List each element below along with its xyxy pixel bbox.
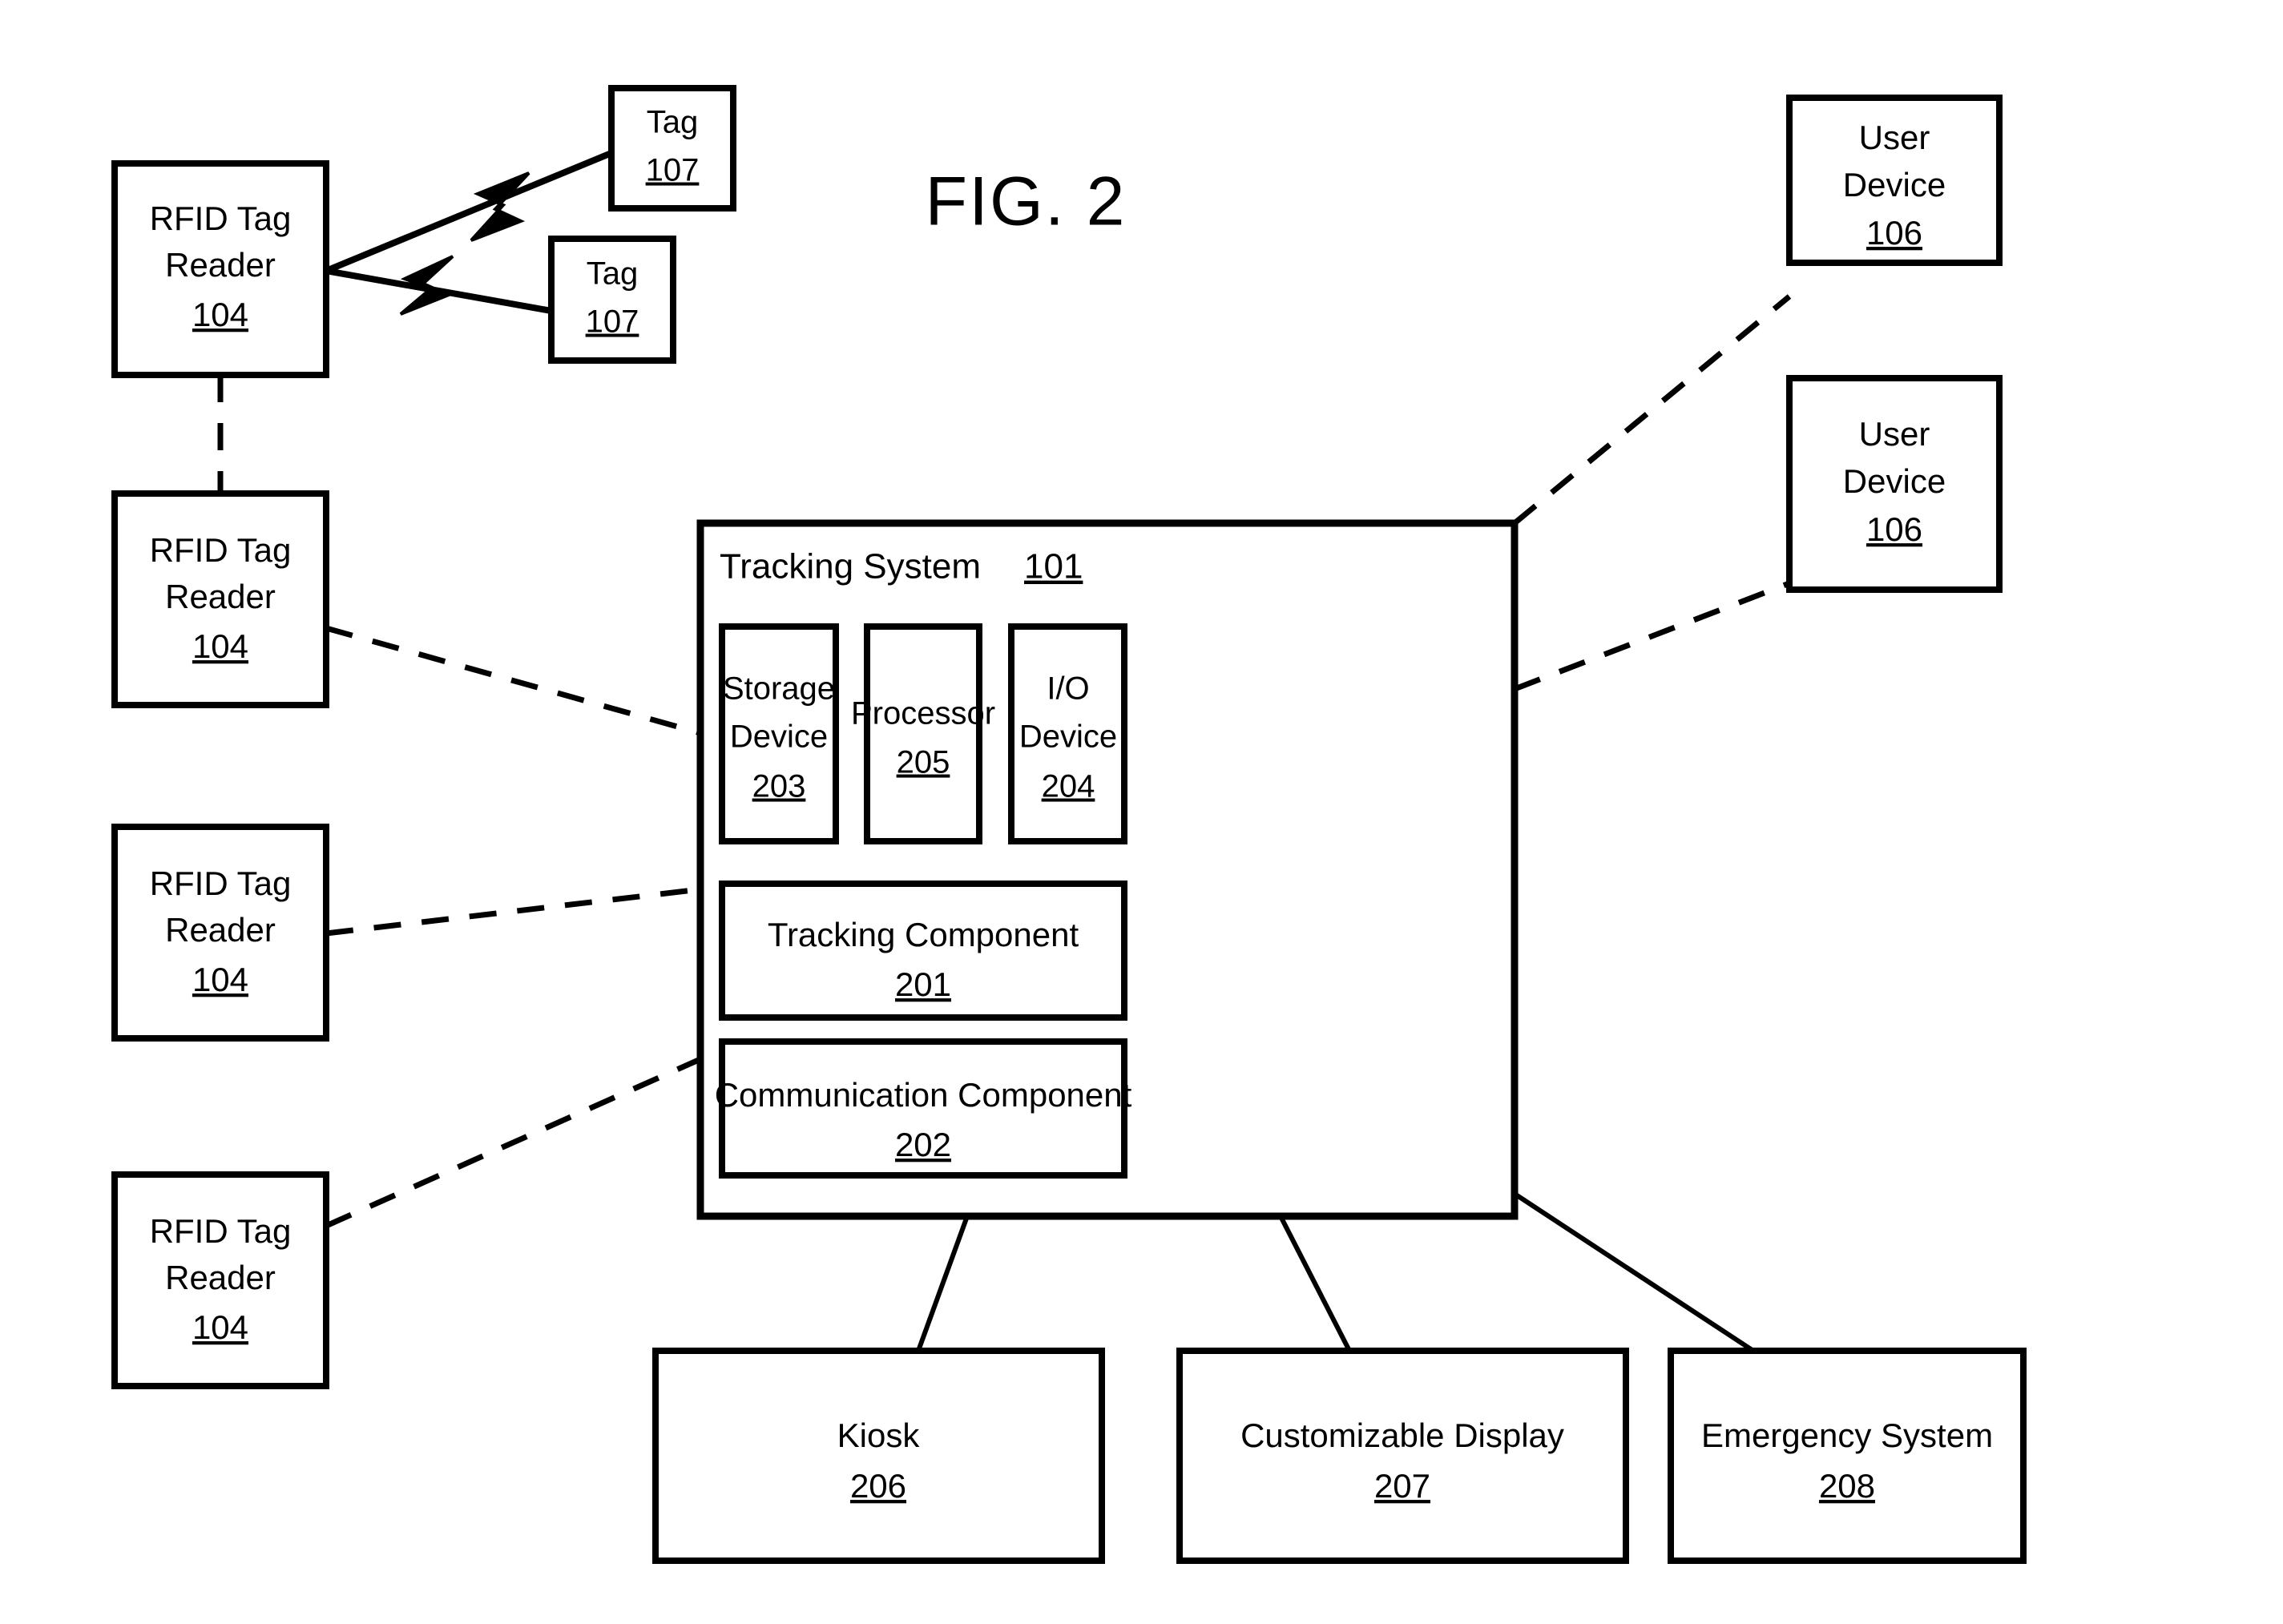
rfid-tag-reader-3-label-line1: RFID Tag <box>150 864 292 902</box>
processor-label: Processor <box>851 696 995 731</box>
link-tracking-system-to-kiosk <box>916 1215 970 1352</box>
node-tag-107-bottom[interactable]: Tag 107 <box>548 236 676 364</box>
diagram-canvas: FIG. 2 Tag 107 Tag 107 RFID Tag Reader 1… <box>111 85 2027 1564</box>
storage-device-ref: 203 <box>752 769 806 804</box>
node-communication-component[interactable]: Communication Component 202 <box>715 1038 1132 1179</box>
node-customizable-display[interactable]: Customizable Display 207 <box>1176 1348 1629 1564</box>
node-user-device-1[interactable]: User Device 106 <box>1786 95 2003 266</box>
rfid-tag-reader-4-label-line2: Reader <box>165 1259 276 1296</box>
kiosk-ref: 206 <box>850 1467 906 1505</box>
tracking-component-ref: 201 <box>895 965 951 1003</box>
node-rfid-tag-reader-3[interactable]: RFID Tag Reader 104 <box>111 824 329 1042</box>
kiosk-box[interactable] <box>652 1348 1105 1564</box>
rfid-tag-reader-1-label-line2: Reader <box>165 246 276 284</box>
link-reader1-to-tag-bottom <box>325 255 552 316</box>
rfid-tag-reader-4-label-line1: RFID Tag <box>150 1212 292 1250</box>
customizable-display-ref: 207 <box>1374 1467 1430 1505</box>
processor-box[interactable] <box>864 623 982 844</box>
rfid-tag-reader-3-ref: 104 <box>192 961 248 998</box>
node-emergency-system[interactable]: Emergency System 208 <box>1668 1348 2027 1564</box>
node-user-device-2[interactable]: User Device 106 <box>1786 375 2003 593</box>
io-device-label-line1: I/O <box>1047 671 1089 707</box>
user-device-1-label-line2: Device <box>1843 166 1946 204</box>
tag-107-bottom-ref: 107 <box>586 304 639 340</box>
link-tracking-system-to-customizable-display <box>1278 1215 1352 1352</box>
rfid-tag-reader-2-label-line1: RFID Tag <box>150 531 292 569</box>
emergency-system-ref: 208 <box>1819 1467 1875 1505</box>
link-reader2-to-tracking-system <box>325 625 701 736</box>
tag-107-bottom-label: Tag <box>587 256 639 292</box>
user-device-1-label-line1: User <box>1859 119 1930 156</box>
communication-component-label: Communication Component <box>715 1076 1132 1114</box>
link-tracking-system-to-user-device-2 <box>1513 580 1791 692</box>
tracking-component-label: Tracking Component <box>768 916 1079 953</box>
customizable-display-label: Customizable Display <box>1240 1416 1564 1454</box>
storage-device-label-line1: Storage <box>723 671 835 707</box>
tag-107-top-ref: 107 <box>646 153 700 188</box>
node-rfid-tag-reader-2[interactable]: RFID Tag Reader 104 <box>111 490 329 708</box>
rfid-tag-reader-1-label-line1: RFID Tag <box>150 199 292 237</box>
node-rfid-tag-reader-1[interactable]: RFID Tag Reader 104 <box>111 160 329 378</box>
user-device-2-ref: 106 <box>1866 510 1922 548</box>
patent-figure-2: FIG. 2 Tag 107 Tag 107 RFID Tag Reader 1… <box>0 0 2283 1624</box>
user-device-2-label-line2: Device <box>1843 462 1946 500</box>
link-tracking-system-to-user-device-1 <box>1512 294 1792 526</box>
node-kiosk[interactable]: Kiosk 206 <box>652 1348 1105 1564</box>
node-tracking-component[interactable]: Tracking Component 201 <box>719 881 1127 1021</box>
tag-107-top-label: Tag <box>647 105 699 140</box>
figure-title: FIG. 2 <box>926 163 1127 240</box>
node-tag-107-top[interactable]: Tag 107 <box>608 85 736 212</box>
customizable-display-box[interactable] <box>1176 1348 1629 1564</box>
node-processor[interactable]: Processor 205 <box>851 623 995 844</box>
user-device-2-label-line1: User <box>1859 415 1930 453</box>
rfid-tag-reader-2-ref: 104 <box>192 627 248 665</box>
tracking-system-title-ref: 101 <box>1024 547 1083 586</box>
rfid-tag-reader-2-label-line2: Reader <box>165 578 276 615</box>
link-reader4-to-tracking-system <box>325 1056 702 1229</box>
communication-component-ref: 202 <box>895 1126 951 1163</box>
io-device-ref: 204 <box>1042 769 1095 804</box>
node-rfid-tag-reader-4[interactable]: RFID Tag Reader 104 <box>111 1171 329 1389</box>
rfid-tag-reader-3-label-line2: Reader <box>165 911 276 949</box>
emergency-system-label: Emergency System <box>1701 1416 1993 1454</box>
processor-ref: 205 <box>897 745 950 780</box>
link-tracking-system-to-emergency-system <box>1513 1191 1755 1353</box>
node-storage-device[interactable]: Storage Device 203 <box>719 623 839 844</box>
kiosk-label: Kiosk <box>837 1416 921 1454</box>
rfid-tag-reader-4-ref: 104 <box>192 1308 248 1346</box>
node-io-device[interactable]: I/O Device 204 <box>1008 623 1127 844</box>
storage-device-label-line2: Device <box>730 719 828 755</box>
link-reader3-to-tracking-system <box>325 886 701 937</box>
user-device-1-ref: 106 <box>1866 214 1922 252</box>
emergency-system-box[interactable] <box>1668 1348 2027 1564</box>
rfid-tag-reader-1-ref: 104 <box>192 296 248 333</box>
tracking-system-title: Tracking System <box>720 547 981 586</box>
io-device-label-line2: Device <box>1019 719 1117 755</box>
